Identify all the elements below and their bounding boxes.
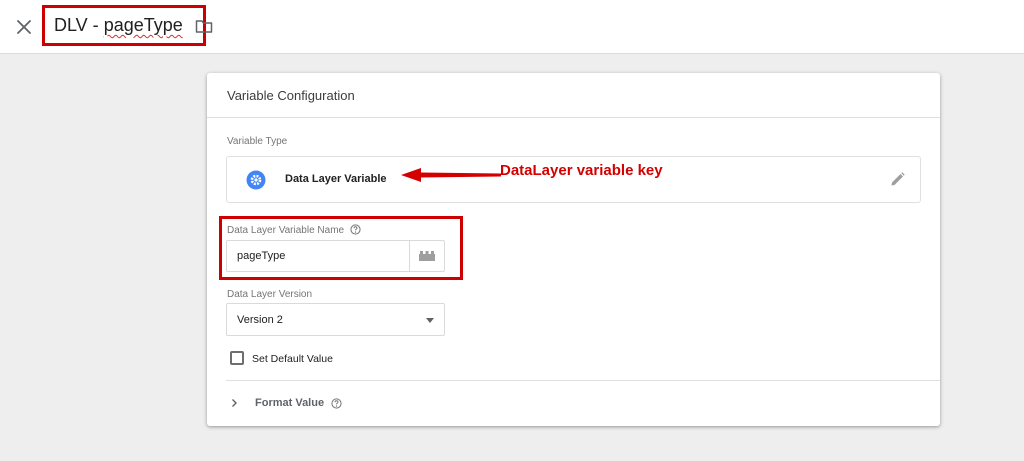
question-circle-icon[interactable] [331, 397, 342, 409]
data-layer-version-value: Version 2 [237, 314, 283, 326]
variable-title-highlight: DLV - pageType [42, 5, 213, 46]
title-prefix: DLV - [54, 15, 104, 35]
variable-type-label: Variable Type [227, 136, 288, 147]
variable-name-label-text: Data Layer Variable Name [227, 225, 345, 236]
lego-brick-icon [419, 251, 435, 261]
variable-name-input[interactable]: pageType [226, 240, 445, 272]
data-layer-version-label: Data Layer Version [227, 289, 313, 300]
card-title: Variable Configuration [207, 73, 940, 118]
gear-icon [246, 170, 266, 190]
annotation-arrow [401, 168, 501, 182]
variable-name-label: Data Layer Variable Name [227, 224, 361, 236]
pencil-icon[interactable] [889, 171, 906, 188]
set-default-value-label[interactable]: Set Default Value [252, 353, 333, 365]
title-name: pageType [103, 15, 183, 35]
variable-name-value[interactable]: pageType [227, 241, 410, 271]
variable-type-name: Data Layer Variable [285, 173, 387, 185]
variable-title[interactable]: DLV - pageType [54, 15, 183, 36]
format-value-toggle[interactable]: Format Value [229, 394, 342, 412]
folder-icon [195, 19, 213, 33]
annotation-label: DataLayer variable key [500, 162, 663, 179]
data-layer-version-select[interactable]: Version 2 [226, 303, 445, 336]
variable-picker-button[interactable] [410, 241, 444, 271]
variable-configuration-card: Variable Configuration Variable Type Dat… [207, 73, 940, 426]
format-value-label: Format Value [255, 397, 325, 409]
close-button[interactable] [14, 17, 34, 37]
set-default-value-checkbox[interactable] [230, 351, 244, 365]
folder-button[interactable] [195, 18, 213, 34]
dropdown-caret-icon [426, 318, 434, 323]
close-icon [17, 20, 31, 34]
section-divider [226, 380, 940, 381]
chevron-right-icon [232, 399, 237, 407]
question-circle-icon[interactable] [350, 224, 361, 235]
top-bar: DLV - pageType [0, 0, 1024, 54]
